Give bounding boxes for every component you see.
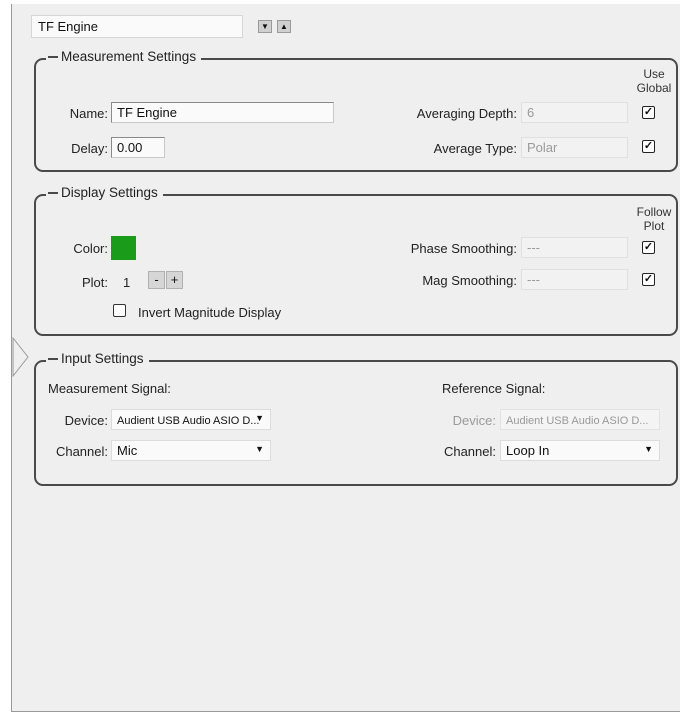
chevron-down-icon: ▼ bbox=[255, 413, 264, 423]
display-settings-title: Display Settings bbox=[46, 185, 163, 200]
mag-follow-plot-checkbox[interactable]: ✓ bbox=[642, 273, 655, 286]
average-type-field[interactable]: Polar bbox=[521, 137, 628, 158]
delay-input[interactable]: 0.00 bbox=[111, 137, 165, 158]
averaging-depth-field[interactable]: 6 bbox=[521, 102, 628, 123]
invert-magnitude-label: Invert Magnitude Display bbox=[138, 305, 282, 320]
plot-decrement-button[interactable]: - bbox=[148, 271, 165, 289]
mag-smoothing-label: Mag Smoothing: bbox=[422, 273, 517, 288]
mag-smoothing-field[interactable]: --- bbox=[521, 269, 628, 290]
name-input[interactable]: TF Engine bbox=[111, 102, 334, 123]
use-global-header: Use Global bbox=[636, 67, 672, 95]
measurement-settings-title: Measurement Settings bbox=[46, 49, 202, 64]
color-swatch[interactable] bbox=[111, 236, 136, 260]
ref-device-select[interactable]: Audient USB Audio ASIO D... bbox=[500, 409, 660, 430]
measurement-signal-heading: Measurement Signal: bbox=[48, 381, 171, 396]
plot-value: 1 bbox=[123, 275, 131, 290]
invert-magnitude-checkbox[interactable] bbox=[113, 304, 126, 317]
chevron-down-icon: ▼ bbox=[255, 444, 264, 454]
move-down-button[interactable]: ▼ bbox=[258, 20, 272, 33]
plot-label: Plot: bbox=[81, 275, 108, 290]
averaging-depth-use-global-checkbox[interactable]: ✓ bbox=[642, 106, 655, 119]
meas-channel-value: Mic bbox=[117, 443, 138, 458]
follow-plot-header: Follow Plot bbox=[636, 205, 672, 233]
name-label: Name: bbox=[69, 106, 108, 121]
ref-device-value: Audient USB Audio ASIO D... bbox=[506, 415, 649, 427]
phase-smoothing-field[interactable]: --- bbox=[521, 237, 628, 258]
delay-label: Delay: bbox=[71, 141, 108, 156]
meas-device-label: Device: bbox=[64, 413, 108, 428]
display-settings-group: Display Settings bbox=[34, 185, 678, 336]
meas-channel-label: Channel: bbox=[55, 444, 108, 459]
color-label: Color: bbox=[73, 241, 108, 256]
average-type-label: Average Type: bbox=[433, 141, 517, 156]
expand-arrow-icon[interactable] bbox=[12, 337, 30, 377]
ref-channel-label: Channel: bbox=[443, 444, 496, 459]
plot-increment-button[interactable]: + bbox=[166, 271, 183, 289]
phase-smoothing-label: Phase Smoothing: bbox=[410, 241, 517, 256]
meas-device-select[interactable]: Audient USB Audio ASIO D... ▼ bbox=[111, 409, 271, 430]
move-up-button[interactable]: ▲ bbox=[277, 20, 291, 33]
meas-channel-select[interactable]: Mic ▼ bbox=[111, 440, 271, 461]
ref-channel-value: Loop In bbox=[506, 443, 550, 458]
chevron-down-icon: ▼ bbox=[644, 444, 653, 454]
average-type-use-global-checkbox[interactable]: ✓ bbox=[642, 140, 655, 153]
reference-signal-heading: Reference Signal: bbox=[442, 381, 546, 396]
phase-follow-plot-checkbox[interactable]: ✓ bbox=[642, 241, 655, 254]
ref-channel-select[interactable]: Loop In ▼ bbox=[500, 440, 660, 461]
input-settings-title: Input Settings bbox=[46, 351, 149, 366]
averaging-depth-label: Averaging Depth: bbox=[416, 106, 517, 121]
engine-name-field[interactable]: TF Engine bbox=[31, 15, 243, 38]
ref-device-label: Device: bbox=[452, 413, 496, 428]
meas-device-value: Audient USB Audio ASIO D... bbox=[117, 415, 260, 427]
